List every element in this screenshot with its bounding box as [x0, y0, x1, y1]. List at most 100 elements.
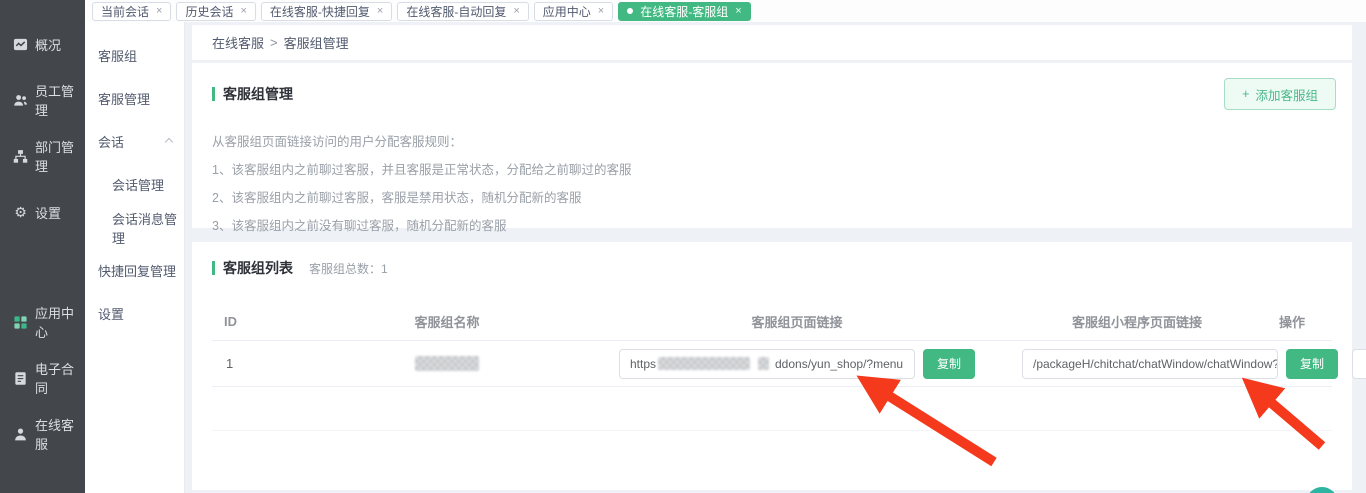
close-icon[interactable]: × [598, 6, 604, 17]
sidebar-item-employees[interactable]: 员工管理 [0, 72, 85, 128]
sidebar-item-departments[interactable]: 部门管理 [0, 128, 85, 184]
rule-2: 2、该客服组内之前聊过客服，客服是禁用状态，随机分配新的客服 [212, 184, 1336, 212]
tab-bar: 当前会话 × 历史会话 × 在线客服-快捷回复 × 在线客服-自动回复 × 应用… [85, 0, 1366, 22]
chevron-up-icon [165, 138, 173, 146]
submenu-label: 设置 [98, 304, 124, 323]
close-icon[interactable]: × [156, 6, 162, 17]
table-bottom-divider [212, 387, 1332, 431]
page-link-suffix: ddons/yun_shop/?menu [775, 357, 903, 371]
add-service-group-button[interactable]: + 添加客服组 [1224, 78, 1336, 110]
settings-gear-icon: ⚙ [13, 205, 28, 220]
redacted-link-part [658, 357, 750, 370]
sidebar-item-settings[interactable]: ⚙ 设置 [0, 184, 85, 240]
tab-label: 历史会话 [185, 3, 233, 20]
submenu-label: 会话管理 [112, 175, 164, 194]
tab-quick-reply[interactable]: 在线客服-快捷回复 × [261, 2, 392, 21]
close-icon[interactable]: × [377, 6, 383, 17]
rule-3: 3、该客服组内之前没有聊过客服，随机分配新的客服 [212, 212, 1336, 240]
sidebar-item-label: 部门管理 [35, 137, 85, 175]
departments-tree-icon [13, 149, 28, 164]
tab-label: 在线客服-快捷回复 [270, 3, 370, 20]
tab-service-group-active[interactable]: 在线客服-客服组 × [618, 2, 750, 21]
close-icon[interactable]: × [240, 6, 246, 17]
tab-app-center[interactable]: 应用中心 × [534, 2, 613, 21]
app-window: 概况 员工管理 部门管理 ⚙ 设置 应用中心 [0, 0, 1366, 493]
sidebar-item-label: 应用中心 [35, 303, 85, 341]
tab-current-session[interactable]: 当前会话 × [92, 2, 171, 21]
submenu-item-service-management[interactable]: 客服管理 [85, 77, 184, 120]
online-service-person-icon [13, 427, 28, 442]
assignment-rules: 从客服组页面链接访问的用户分配客服规则： 1、该客服组内之前聊过客服，并且客服是… [212, 128, 1336, 240]
sidebar-item-online-service[interactable]: 在线客服 [0, 406, 85, 462]
secondary-sidebar: 客服组 客服管理 会话 会话管理 会话消息管理 快捷回复管理 设置 [85, 22, 185, 493]
total-label: 客服组总数： [309, 262, 381, 276]
close-icon[interactable]: × [513, 6, 519, 17]
column-header-name: 客服组名称 [322, 312, 572, 331]
group-total-count: 客服组总数：1 [309, 260, 388, 277]
sidebar-item-overview[interactable]: 概况 [0, 16, 85, 72]
app-center-grid-icon [13, 315, 28, 330]
tab-label: 在线客服-自动回复 [406, 3, 506, 20]
e-contract-document-icon [13, 371, 28, 386]
submenu-label: 客服管理 [98, 89, 150, 108]
section-accent-bar [212, 261, 215, 275]
tab-auto-reply[interactable]: 在线客服-自动回复 × [397, 2, 528, 21]
submenu-label: 会话 [98, 132, 124, 151]
submenu-item-session[interactable]: 会话 [85, 120, 184, 163]
copy-page-link-button[interactable]: 复制 [923, 349, 975, 379]
submenu-label: 客服组 [98, 46, 137, 65]
redacted-link-part [758, 357, 769, 370]
sidebar-item-app-center[interactable]: 应用中心 [0, 294, 85, 350]
sidebar-item-label: 员工管理 [35, 81, 85, 119]
submenu-label: 会话消息管理 [112, 209, 184, 247]
submenu-item-session-management[interactable]: 会话管理 [85, 163, 184, 206]
sidebar-item-label: 概况 [35, 35, 61, 54]
main-sidebar: 概况 员工管理 部门管理 ⚙ 设置 应用中心 [0, 0, 85, 493]
tab-label: 当前会话 [101, 3, 149, 20]
submenu-item-service-group[interactable]: 客服组 [85, 34, 184, 77]
column-header-id: ID [212, 314, 322, 329]
column-header-mini-link: 客服组小程序页面链接 [1022, 312, 1252, 331]
tab-history-session[interactable]: 历史会话 × [176, 2, 255, 21]
employees-icon [13, 93, 28, 108]
page-link-input[interactable]: https ddons/yun_shop/?menu [619, 349, 915, 379]
service-group-manage-panel: 客服组管理 + 添加客服组 从客服组页面链接访问的用户分配客服规则： 1、该客服… [192, 63, 1352, 228]
rule-1: 1、该客服组内之前聊过客服，并且客服是正常状态，分配给之前聊过的客服 [212, 156, 1336, 184]
table-header-row: ID 客服组名称 客服组页面链接 客服组小程序页面链接 操作 [212, 302, 1332, 340]
section-accent-bar [212, 87, 215, 101]
sidebar-item-label: 电子合同 [35, 359, 85, 397]
total-value: 1 [381, 262, 388, 276]
row-action-button[interactable]: 操作 [1352, 349, 1366, 379]
redacted-group-name [415, 356, 479, 371]
mini-program-link-input[interactable]: /packageH/chitchat/chatWindow/chatWindow… [1022, 349, 1278, 379]
cell-id: 1 [212, 356, 322, 371]
breadcrumb-separator: > [270, 35, 278, 50]
column-header-action: 操作 [1252, 312, 1332, 331]
sidebar-spacer [0, 240, 85, 294]
breadcrumb: 在线客服 > 客服组管理 [192, 25, 1352, 60]
service-group-list-panel: 客服组列表 客服组总数：1 ID 客服组名称 客服组页面链接 客服组小程序页面链… [192, 242, 1352, 490]
submenu-item-quick-reply-management[interactable]: 快捷回复管理 [85, 249, 184, 292]
submenu-label: 快捷回复管理 [98, 261, 176, 280]
close-icon[interactable]: × [735, 6, 741, 17]
panel-title: 客服组管理 [223, 84, 293, 104]
page-link-prefix: https [630, 357, 656, 371]
tab-label: 应用中心 [543, 3, 591, 20]
plus-icon: + [1242, 87, 1249, 101]
tab-label: 在线客服-客服组 [640, 3, 728, 20]
submenu-item-session-message-management[interactable]: 会话消息管理 [85, 206, 184, 249]
submenu-item-settings[interactable]: 设置 [85, 292, 184, 335]
sidebar-item-label: 在线客服 [35, 415, 85, 453]
column-header-page-link: 客服组页面链接 [572, 312, 1022, 331]
breadcrumb-current: 客服组管理 [284, 33, 349, 52]
copy-mini-link-button[interactable]: 复制 [1286, 349, 1338, 379]
overview-chart-icon [13, 37, 28, 52]
rules-intro: 从客服组页面链接访问的用户分配客服规则： [212, 128, 1336, 156]
sidebar-item-e-contract[interactable]: 电子合同 [0, 350, 85, 406]
add-button-label: 添加客服组 [1255, 85, 1318, 104]
breadcrumb-parent[interactable]: 在线客服 [212, 33, 264, 52]
panel-title: 客服组列表 [223, 258, 293, 278]
content-area: 在线客服 > 客服组管理 客服组管理 + 添加客服组 从客服组页面链接访问的用户… [185, 22, 1366, 493]
sidebar-item-label: 设置 [35, 203, 61, 222]
table-row: 1 https ddons/yun_shop/?menu 复制 /package… [212, 340, 1332, 387]
